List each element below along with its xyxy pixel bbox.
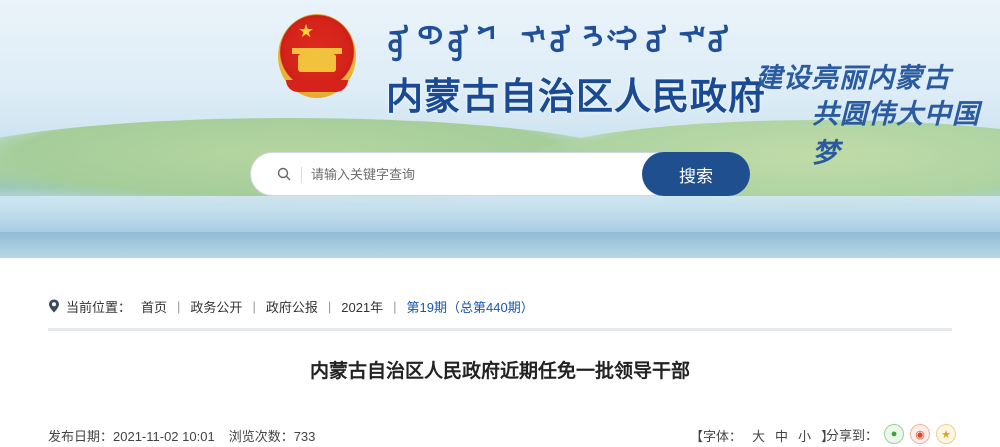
article-title: 内蒙古自治区人民政府近期任免一批领导干部 (309, 361, 690, 382)
breadcrumb-government-gazette[interactable]: 政府公报 (266, 297, 318, 316)
font-size-selector: 【字体： 大 中 小 】 (690, 426, 834, 445)
article-meta: 发布日期：2021-11-02 10:01 浏览次数：733 (48, 426, 315, 445)
share-bar: 分享到： ● ◉ ★ (826, 424, 957, 444)
breadcrumb-separator: | (177, 298, 181, 314)
national-emblem-icon: ★ (278, 14, 356, 98)
search-button[interactable]: 搜索 (642, 152, 750, 196)
site-title[interactable]: 内蒙古自治区人民政府 (386, 66, 766, 120)
breadcrumb: 当前位置： 首页 | 政务公开 | 政府公报 | 2021年 | 第19期（总第… (48, 296, 534, 316)
font-size-small[interactable]: 小 (798, 426, 811, 445)
mongolian-script-title: ᠥᠪᠦᠷ ᠮᠣᠩᠭ ᠣᠯᠤ (381, 25, 734, 63)
view-count: 浏览次数：733 (228, 429, 316, 444)
shore-backdrop (0, 232, 1000, 258)
slogan-line-1: 建设亮丽内蒙古 (755, 63, 951, 94)
content-panel (0, 258, 1000, 447)
breadcrumb-current-issue[interactable]: 第19期（总第440期） (407, 297, 534, 316)
breadcrumb-separator: | (327, 298, 332, 314)
breadcrumb-government-affairs[interactable]: 政务公开 (190, 297, 242, 316)
location-pin-icon (49, 299, 59, 313)
search-bar: 搜索 (250, 152, 750, 196)
publish-date: 发布日期：2021-11-02 10:01 (48, 429, 215, 444)
breadcrumb-divider (48, 328, 952, 331)
breadcrumb-separator: | (252, 298, 256, 314)
search-icon (277, 167, 291, 181)
slogan-line-2: 共圆伟大中国梦 (812, 99, 980, 169)
font-size-large[interactable]: 大 (752, 426, 765, 445)
font-size-medium[interactable]: 中 (775, 426, 788, 445)
header-banner: ★ ᠥᠪᠦᠷ ᠮᠣᠩᠭ ᠣᠯᠤ 内蒙古自治区人民政府 建设亮丽内蒙古 共圆伟大中… (0, 0, 1000, 258)
wechat-icon[interactable]: ● (884, 424, 905, 444)
breadcrumb-year[interactable]: 2021年 (341, 297, 383, 316)
weibo-icon[interactable]: ◉ (910, 424, 931, 444)
share-label: 分享到： (826, 427, 879, 443)
breadcrumb-label: 当前位置： (66, 299, 132, 315)
font-size-label: 【字体： (690, 429, 743, 444)
search-input[interactable] (311, 159, 641, 189)
breadcrumb-home[interactable]: 首页 (141, 297, 167, 316)
search-divider (301, 167, 302, 183)
breadcrumb-separator: | (393, 298, 397, 314)
favorite-icon[interactable]: ★ (936, 424, 957, 444)
